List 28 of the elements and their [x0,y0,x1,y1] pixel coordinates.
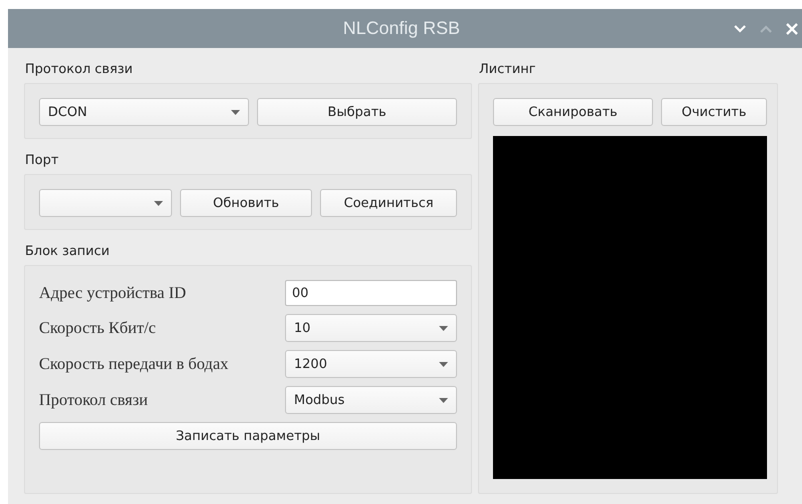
close-icon[interactable] [786,22,798,34]
group-title: Листинг [479,62,537,77]
group-title: Порт [25,153,60,168]
dropdown-arrow-icon [439,362,448,366]
field-label: Скорость Кбит/с [39,318,157,338]
connect-button[interactable]: Соединиться [320,189,457,217]
dropdown[interactable]: Modbus [285,386,457,414]
field-label: Адрес устройства ID [39,283,188,303]
select-button[interactable]: Выбрать [257,98,457,126]
field-label: Скорость передачи в бодах [39,354,230,374]
write-button[interactable]: Записать параметры [39,422,457,450]
port-dropdown[interactable] [39,189,172,217]
protocol-dropdown[interactable]: DCON [39,98,249,126]
dropdown-arrow-icon [439,326,448,330]
input-field[interactable]: 00 [285,280,457,306]
dropdown-arrow-icon [439,398,448,402]
dropdown[interactable]: 1200 [285,350,457,378]
group-title: Протокол связи [25,62,134,77]
refresh-button[interactable]: Обновить [180,189,312,217]
dropdown-arrow-icon [154,200,163,206]
clear-button[interactable]: Очистить [661,98,767,126]
dropdown[interactable]: 10 [285,314,457,342]
field-label: Протокол связи [39,390,149,410]
scan-button[interactable]: Сканировать [493,98,653,126]
dropdown-arrow-icon [231,110,240,114]
window-title: NLConfig RSB [343,18,460,39]
minimize-icon[interactable] [734,24,746,32]
group-title: Блок записи [25,244,111,259]
